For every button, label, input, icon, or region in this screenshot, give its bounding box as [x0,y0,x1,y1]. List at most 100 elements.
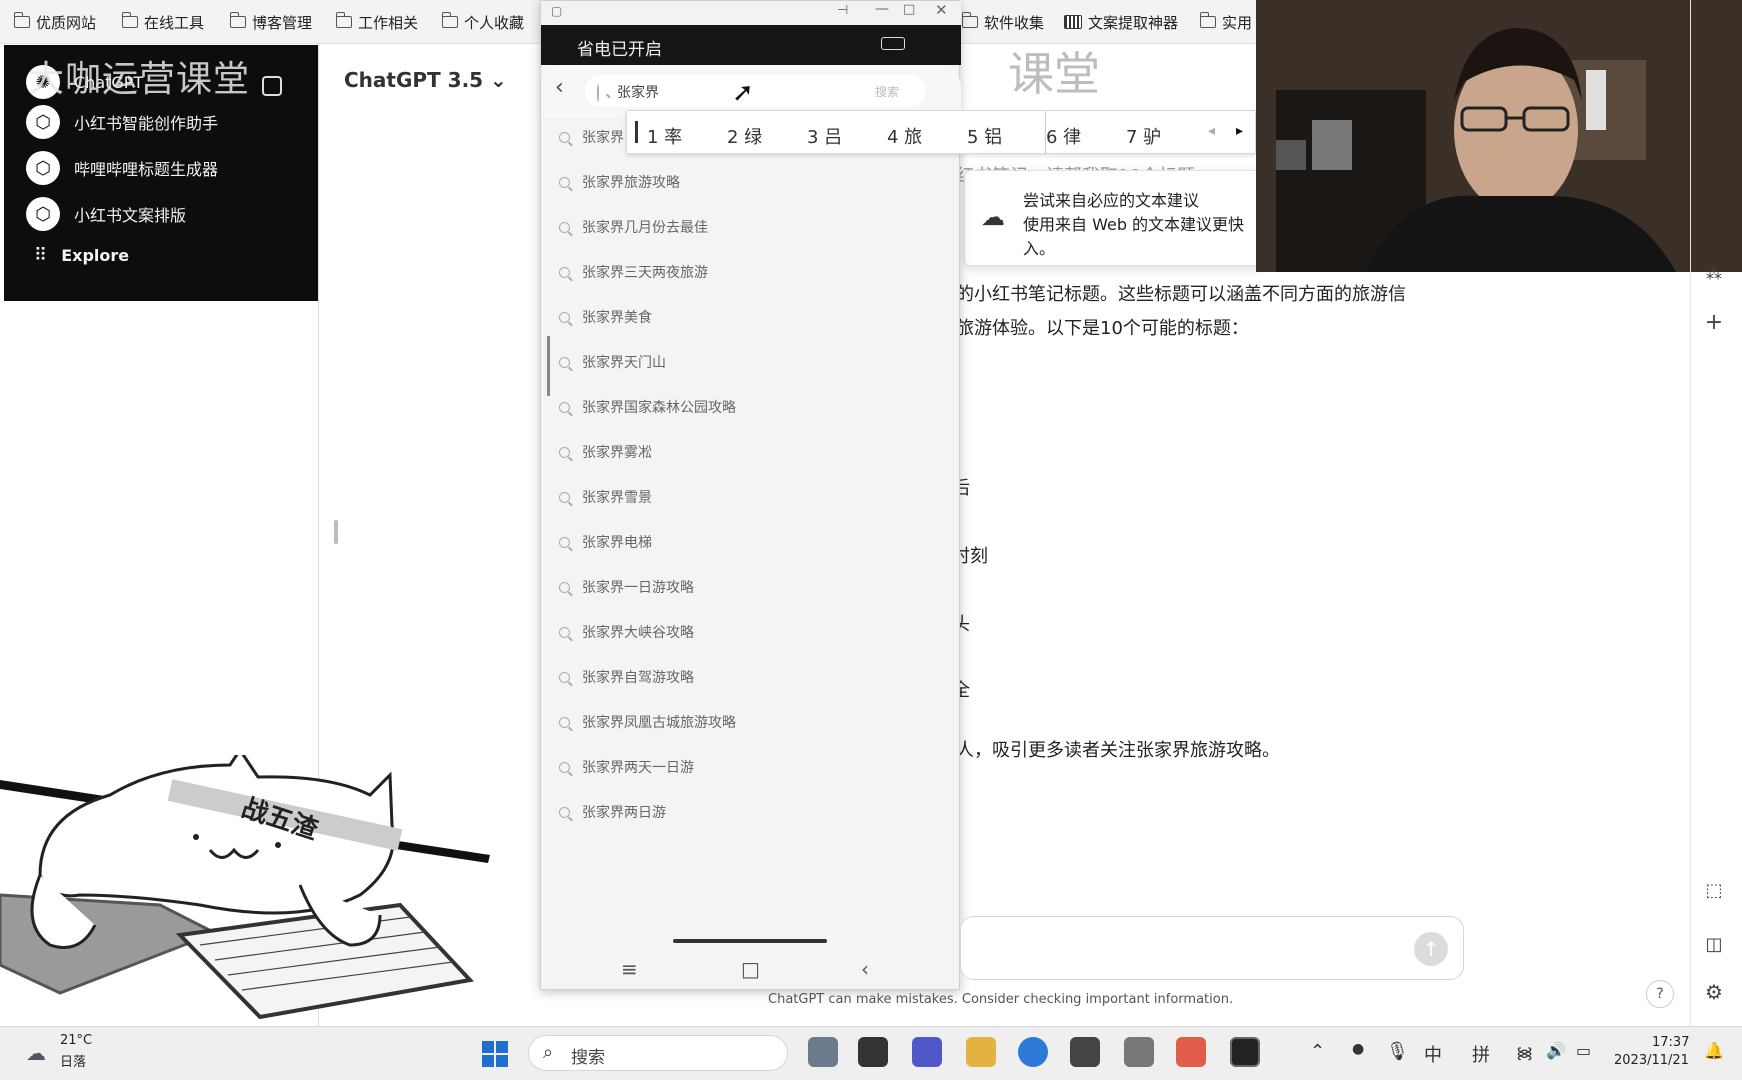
ime-candidate[interactable]: 4 旅 [887,123,922,149]
model-selector[interactable]: ChatGPT 3.5 ⌄ [344,68,507,92]
wifi-icon[interactable]: ᯼ [1516,1041,1533,1063]
volume-icon[interactable]: 🔊 [1546,1041,1566,1060]
ime-next-icon[interactable]: ▸ [1236,123,1243,139]
ime-candidate[interactable]: 3 吕 [807,123,842,149]
search-suggestion[interactable]: 张家界三天两夜旅游 [559,262,708,282]
tray-expand-icon[interactable]: ⌃ [1310,1041,1325,1062]
search-suggestion[interactable]: 张家界美食 [559,307,652,327]
folder-icon [961,12,978,28]
ime-candidate-bar: 1 率 2 绿 3 吕 4 旅 5 铝 6 律 [626,110,1046,154]
ime-candidate[interactable]: 7 驴 [1126,123,1161,149]
disclaimer-text: ChatGPT can make mistakes. Consider chec… [768,992,1234,1007]
search-suggestion[interactable]: 张家界旅游攻略 [559,172,680,192]
cloud-icon: ☁ [981,203,1005,231]
folder-app-icon[interactable] [966,1037,996,1067]
search-suggestion[interactable]: 张家界一日游攻略 [559,577,694,597]
bookmark-folder[interactable]: 个人收藏 [441,10,524,34]
menu-nav-button[interactable]: ≡ [621,957,638,981]
search-icon [559,761,570,773]
ime-mode[interactable]: 拼 [1472,1041,1490,1067]
sidebar-item-bilibili-title[interactable]: ⬡ 哔哩哔哩标题生成器 [26,151,218,185]
edge-preview-icon[interactable] [808,1037,838,1067]
search-suggestion[interactable]: 张家界两日游 [559,802,666,822]
tray-app-icon[interactable]: ● [1352,1041,1364,1057]
windows-logo-tile [482,1055,494,1067]
search-suggestion[interactable]: 张家界凤凰古城旅游攻略 [559,712,736,732]
bookmark-folder[interactable]: 实用 [1199,10,1252,34]
home-nav-button[interactable]: □ [741,957,760,981]
phone-search-input[interactable]: 张家界 搜索 [585,75,925,107]
ime-candidate[interactable]: 6 律 [1046,123,1081,149]
ime-language[interactable]: 中 [1424,1041,1442,1067]
search-suggestion[interactable]: 张家界几月份去最佳 [559,217,708,237]
weather-desc: 日落 [60,1055,87,1070]
search-suggestion[interactable]: 张家界天门山 [559,352,666,372]
file-explorer-icon[interactable] [858,1037,888,1067]
folder-icon [1199,12,1216,28]
microphone-icon[interactable]: 🎙 [1386,1041,1409,1062]
ime-candidate[interactable]: 2 绿 [727,123,762,149]
gpt-cube-icon: ⬡ [26,197,60,231]
sidebar-item-explore[interactable]: ⠿ Explore [34,245,129,266]
settings-gear-icon[interactable]: ⚙ [1700,980,1728,1004]
teams-icon[interactable] [912,1037,942,1067]
new-chat-edit-icon[interactable] [262,76,282,96]
clock-date[interactable]: 2023/11/21 [1614,1053,1689,1068]
phone-link-icon[interactable] [1230,1037,1260,1067]
gpt-cube-icon: ⬡ [26,151,60,185]
webcam-overlay [1256,0,1742,272]
search-suggestion[interactable]: 张家界两天一日游 [559,757,694,777]
search-suggestion[interactable]: 张家界雪景 [559,487,652,507]
search-action[interactable]: 搜索 [875,83,899,100]
sidebar-toggle-icon[interactable]: ◫ [1700,934,1728,955]
chat-response-line: 人，吸引更多读者关注张家界旅游攻略。 [956,740,1280,761]
search-suggestion[interactable]: 张家界国家森林公园攻略 [559,397,736,417]
text-suggestion-popup[interactable]: ☁ 尝试来自必应的文本建议 使用来自 Web 的文本建议更快 入。 [964,170,1264,266]
sidebar-item-xiaohongshu-assistant[interactable]: ⬡ 小红书智能创作助手 [26,105,218,139]
screen-tool-icon[interactable] [1176,1037,1206,1067]
sidebar-resize-handle[interactable] [334,520,338,544]
ime-candidate[interactable]: 1 率 [647,123,682,149]
taskbar-search[interactable]: ⌕ 搜索 [528,1035,788,1071]
bookmark-link[interactable]: 文案提取神器 [1064,10,1178,34]
add-icon[interactable]: + [1700,310,1728,335]
battery-icon [881,37,905,50]
search-icon [559,176,570,188]
cat-keyboard-sticker: 战五渣 [0,747,500,1025]
sidebar-item-xiaohongshu-layout[interactable]: ⬡ 小红书文案排版 [26,197,186,231]
minimize-icon[interactable]: — [875,1,889,17]
search-suggestion[interactable]: 张家界雾凇 [559,442,652,462]
pin-icon[interactable]: ⊣ [837,3,848,18]
ime-prev-icon[interactable]: ◂ [1208,123,1215,139]
store-icon[interactable] [1070,1037,1100,1067]
search-suggestion[interactable]: 张家界自驾游攻略 [559,667,694,687]
notification-bell-icon[interactable]: 🔔 [1704,1041,1724,1060]
edge-browser-icon[interactable] [1018,1037,1048,1067]
start-button[interactable] [482,1041,508,1067]
search-suggestion[interactable]: 张家界 [559,127,624,147]
help-button[interactable]: ? [1646,980,1674,1008]
translate-icon[interactable]: ⁂ [1700,264,1728,283]
ime-candidate[interactable]: 5 铝 [967,123,1002,149]
message-input[interactable] [960,916,1464,980]
bookmark-folder[interactable]: 在线工具 [121,10,204,34]
search-suggestion[interactable]: 张家界电梯 [559,532,652,552]
suggestion-body-cont: 入。 [1023,239,1056,258]
search-suggestion[interactable]: 张家界大峡谷攻略 [559,622,694,642]
back-nav-button[interactable]: ‹ [861,957,869,981]
bookmark-folder[interactable]: 优质网站 [13,10,96,34]
back-arrow-icon[interactable]: ‹ [555,75,564,100]
weather-icon[interactable]: ☁ [26,1041,46,1065]
search-icon [559,806,570,818]
search-icon [559,581,570,593]
screenshot-icon[interactable]: ⬚ [1700,880,1728,901]
bookmark-folder[interactable]: 软件收集 [961,10,1044,34]
maximize-icon[interactable]: □ [903,2,915,17]
battery-icon[interactable]: ▭ [1576,1041,1591,1060]
notepad-icon[interactable] [1124,1037,1154,1067]
send-button[interactable]: ↑ [1414,932,1448,966]
clock-time[interactable]: 17:37 [1652,1035,1689,1050]
bookmark-folder[interactable]: 工作相关 [335,10,418,34]
bookmark-folder[interactable]: 博客管理 [229,10,312,34]
close-icon[interactable]: ✕ [935,1,948,19]
